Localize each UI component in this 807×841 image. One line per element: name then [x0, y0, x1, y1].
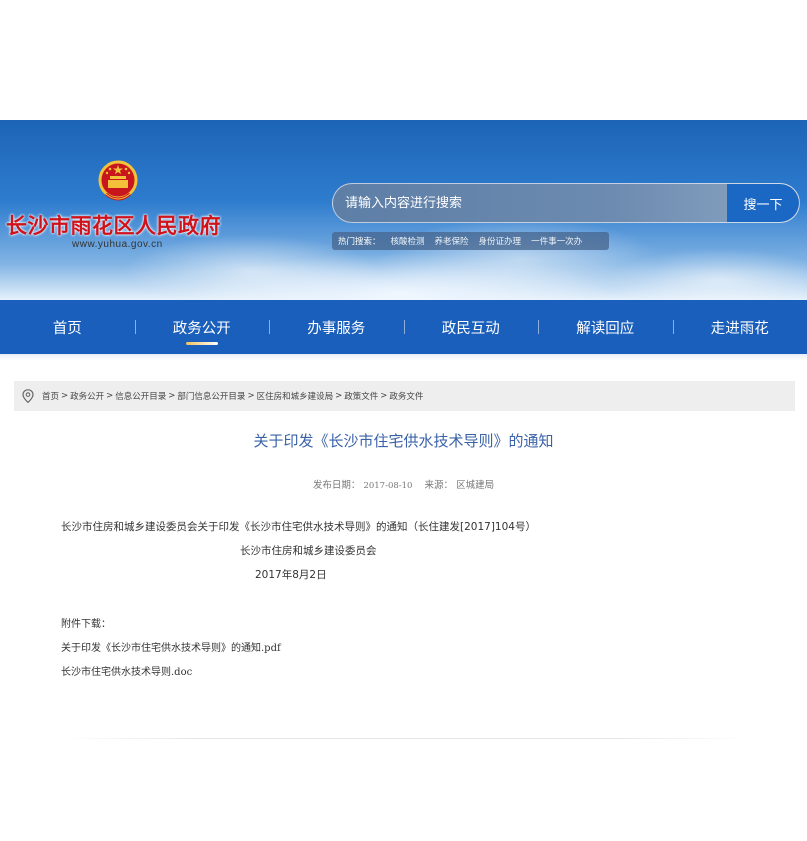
hot-search-item[interactable]: 身份证办理	[479, 235, 522, 247]
hot-search-label: 热门搜索：	[338, 237, 381, 247]
body-notice-line: 长沙市住房和城乡建设委员会关于印发《长沙市住宅供水技术导则》的通知（长住建发[2…	[61, 521, 536, 533]
breadcrumb-separator: >	[61, 391, 69, 401]
search-input[interactable]	[333, 184, 728, 222]
breadcrumb-item[interactable]: 政务文件	[389, 390, 423, 402]
nav-item-government-affairs[interactable]: 政务公开	[134, 300, 270, 354]
breadcrumb-item[interactable]: 部门信息公开目录	[177, 390, 245, 402]
content-divider	[60, 738, 750, 739]
source-value: 区城建局	[456, 480, 495, 491]
location-pin-icon	[22, 389, 34, 403]
breadcrumb-separator: >	[380, 391, 388, 401]
breadcrumb-item[interactable]: 区住房和城乡建设局	[257, 390, 334, 402]
search-button[interactable]: 搜一下	[727, 184, 799, 222]
national-emblem-icon	[98, 160, 138, 201]
article-meta: 发布日期： 2017-08-10 来源： 区城建局	[0, 477, 807, 491]
article-title: 关于印发《长沙市住宅供水技术导则》的通知	[253, 432, 554, 450]
body-issuer: 长沙市住房和城乡建设委员会	[240, 545, 377, 557]
hot-search-item[interactable]: 养老保险	[435, 235, 469, 247]
main-nav: 首页 政务公开 办事服务 政民互动 解读回应 走进雨花	[0, 300, 807, 354]
breadcrumb-separator: >	[247, 391, 255, 401]
breadcrumb-item[interactable]: 信息公开目录	[115, 390, 166, 402]
body-date: 2017年8月2日	[255, 569, 327, 581]
nav-item-home[interactable]: 首页	[0, 300, 135, 354]
breadcrumb-item[interactable]: 政务公开	[70, 390, 104, 402]
source-label: 来源：	[424, 480, 454, 491]
site-title[interactable]: 长沙市雨花区人民政府	[6, 210, 221, 240]
attachment-link-doc[interactable]: 长沙市住宅供水技术导则.doc	[61, 663, 192, 678]
publish-date: 2017-08-10	[363, 481, 413, 491]
nav-item-interaction[interactable]: 政民互动	[403, 300, 539, 354]
date-label: 发布日期：	[312, 480, 361, 491]
breadcrumb-item[interactable]: 首页	[42, 390, 59, 402]
header-banner: 长沙市雨花区人民政府 www.yuhua.gov.cn 搜一下 热门搜索： 核酸…	[0, 120, 807, 300]
attachments-label: 附件下载：	[61, 619, 111, 630]
nav-shadow	[0, 354, 807, 360]
site-url: www.yuhua.gov.cn	[72, 239, 163, 250]
breadcrumb-separator: >	[168, 391, 176, 401]
hot-search-item[interactable]: 核酸检测	[391, 235, 425, 247]
nav-item-about-yuhua[interactable]: 走进雨花	[672, 300, 807, 354]
breadcrumb-separator: >	[335, 391, 343, 401]
hot-search-item[interactable]: 一件事一次办	[531, 235, 582, 247]
breadcrumb-item[interactable]: 政策文件	[344, 390, 378, 402]
hot-search-bar: 热门搜索： 核酸检测 养老保险 身份证办理 一件事一次办	[332, 232, 609, 250]
breadcrumb-separator: >	[106, 391, 114, 401]
attachment-link-pdf[interactable]: 关于印发《长沙市住宅供水技术导则》的通知.pdf	[61, 639, 281, 654]
search-box: 搜一下	[332, 183, 800, 223]
nav-item-services[interactable]: 办事服务	[269, 300, 404, 354]
nav-item-interpretation[interactable]: 解读回应	[538, 300, 673, 354]
breadcrumb: 首页 > 政务公开 > 信息公开目录 > 部门信息公开目录 > 区住房和城乡建设…	[14, 381, 795, 411]
